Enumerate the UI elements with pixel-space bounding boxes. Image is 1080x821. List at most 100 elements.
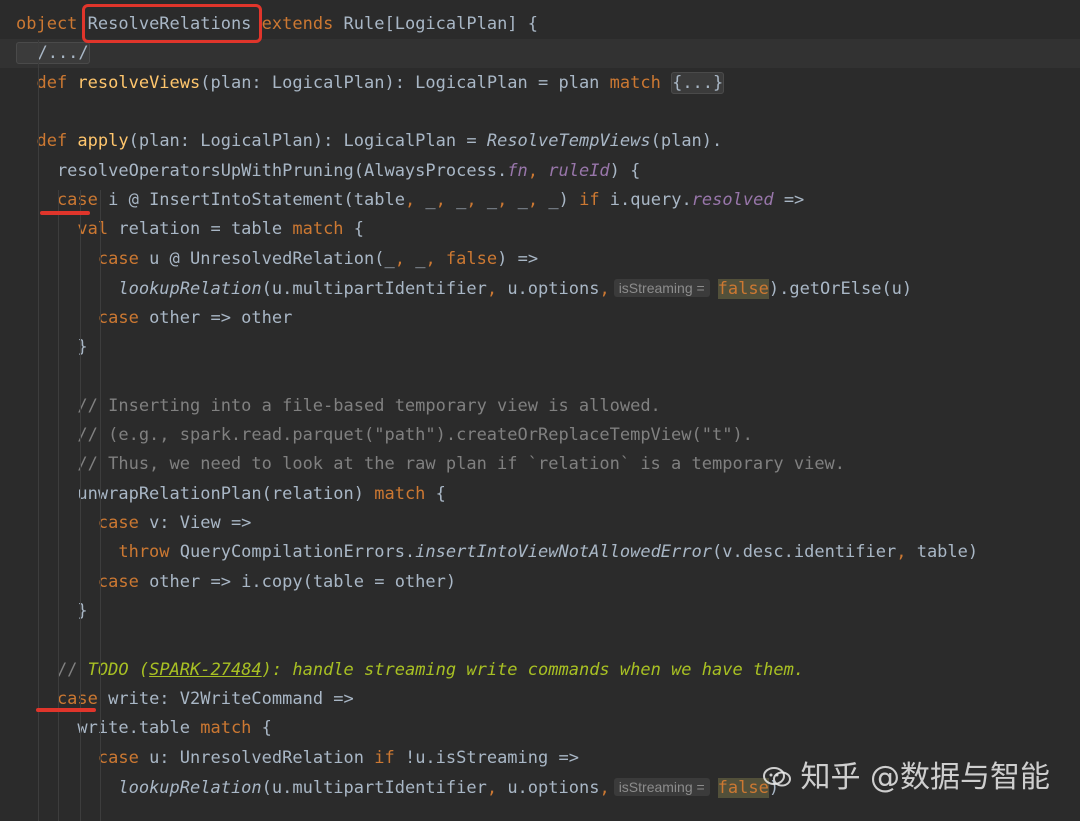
code-token: match xyxy=(609,72,672,93)
code-line[interactable]: write.table match { xyxy=(0,714,1080,743)
code-line[interactable]: // TODO (SPARK-27484): handle streaming … xyxy=(0,656,1080,685)
code-line[interactable]: /.../ xyxy=(0,39,1080,69)
code-token: , xyxy=(497,190,518,211)
code-token: (plan: LogicalPlan): LogicalPlan = xyxy=(128,131,487,152)
code-token: { xyxy=(353,219,365,240)
code-line[interactable]: def resolveViews(plan: LogicalPlan): Log… xyxy=(0,69,1080,98)
code-token: (plan: LogicalPlan): LogicalPlan = plan xyxy=(200,72,610,93)
code-line[interactable]: } xyxy=(0,597,1080,626)
code-token: def xyxy=(16,131,78,152)
code-line[interactable]: def apply(plan: LogicalPlan): LogicalPla… xyxy=(0,127,1080,156)
code-token: ) => xyxy=(497,248,539,269)
code-token: => xyxy=(773,190,805,211)
code-token: SPARK-27484 xyxy=(149,659,262,680)
indent-guide xyxy=(38,40,39,821)
code-line[interactable]: // Thus, we need to look at the raw plan… xyxy=(0,450,1080,479)
code-line[interactable]: case v: View => xyxy=(0,509,1080,538)
code-token: } xyxy=(16,601,88,621)
code-token: !u.isStreaming => xyxy=(404,747,579,768)
indent-guide xyxy=(58,190,59,821)
code-line[interactable]: case write: V2WriteCommand => xyxy=(0,685,1080,714)
code-token: resolveOperatorsUpWithPruning(AlwaysProc… xyxy=(16,160,508,181)
code-token: Rule[LogicalPlan] { xyxy=(343,14,539,34)
code-token: ruleId xyxy=(548,160,610,181)
code-line[interactable]: val relation = table match { xyxy=(0,215,1080,244)
code-line[interactable]: // Inserting into a file-based temporary… xyxy=(0,392,1080,421)
code-token: , xyxy=(404,190,426,211)
code-line[interactable]: // (e.g., spark.read.parquet("path").cre… xyxy=(0,421,1080,450)
code-token: table) xyxy=(916,542,979,563)
folded-region[interactable]: /.../ xyxy=(16,42,90,65)
indent-guide xyxy=(100,190,101,821)
code-token: , xyxy=(599,778,610,799)
code-line[interactable] xyxy=(0,362,1080,391)
code-token: (plan). xyxy=(650,131,723,152)
code-token: insertIntoViewNotAllowedError xyxy=(415,542,712,563)
code-token: other => other xyxy=(149,307,293,328)
code-token: if xyxy=(579,190,610,211)
underline-mark-case-1 xyxy=(40,211,90,215)
code-line[interactable] xyxy=(0,626,1080,655)
code-token: match xyxy=(200,718,262,739)
underline-mark-case-2 xyxy=(36,708,96,712)
folded-region[interactable]: {...} xyxy=(671,71,725,94)
code-token: write: V2WriteCommand => xyxy=(108,689,354,710)
code-token: lookupRelation xyxy=(118,778,262,799)
code-token: , xyxy=(599,279,610,300)
code-token: write.table xyxy=(16,718,201,739)
code-token: , xyxy=(486,279,508,300)
code-token: TODO ( xyxy=(87,659,150,680)
code-token: ) { xyxy=(609,160,641,181)
code-token: case xyxy=(16,190,109,211)
code-token: // Thus, we need to look at the raw plan… xyxy=(16,454,846,475)
code-token: fn xyxy=(507,160,528,181)
code-token: ).getOrElse(u) xyxy=(768,279,913,300)
code-token: _) xyxy=(548,190,580,211)
code-token: u.options xyxy=(507,778,600,799)
code-token: , xyxy=(527,160,549,181)
code-token: , xyxy=(466,190,487,211)
code-token: case xyxy=(16,571,150,592)
code-token: lookupRelation xyxy=(118,279,262,300)
code-editor[interactable]: object ResolveRelations extends Rule[Log… xyxy=(0,0,1080,821)
code-line[interactable]: unwrapRelationPlan(relation) match { xyxy=(0,480,1080,509)
indent-guide xyxy=(80,190,81,821)
code-token: val xyxy=(16,219,119,240)
watermark-text: 知乎 @数据与智能 xyxy=(800,760,1050,795)
code-token: , xyxy=(435,190,457,211)
code-token: def xyxy=(16,72,78,93)
watermark: 知乎 @数据与智能 xyxy=(762,752,1050,796)
code-token: , xyxy=(486,778,508,799)
code-token: // (e.g., spark.read.parquet("path").cre… xyxy=(16,424,753,445)
code-line[interactable] xyxy=(0,98,1080,127)
code-token: // Inserting into a file-based temporary… xyxy=(16,395,661,416)
code-token: relation = table xyxy=(118,219,293,240)
code-line[interactable]: } xyxy=(0,333,1080,362)
code-token: QueryCompilationErrors. xyxy=(179,542,416,563)
code-line[interactable]: case i @ InsertIntoStatement(table, _, _… xyxy=(0,186,1080,215)
code-line[interactable]: throw QueryCompilationErrors.insertIntoV… xyxy=(0,538,1080,567)
code-token: , xyxy=(896,542,917,563)
code-token: , xyxy=(527,190,549,211)
code-line[interactable]: case other => i.copy(table = other) xyxy=(0,568,1080,597)
code-token: resolveViews xyxy=(77,72,201,93)
code-token: _ xyxy=(517,190,528,211)
code-token: _ xyxy=(425,190,436,211)
code-token: i @ InsertIntoStatement(table xyxy=(108,190,405,211)
code-line[interactable]: lookupRelation(u.multipartIdentifier, u.… xyxy=(0,274,1080,303)
code-token: } xyxy=(16,336,88,357)
code-token: { xyxy=(435,483,446,504)
code-token: unwrapRelationPlan(relation) xyxy=(16,483,375,504)
code-token: throw xyxy=(16,542,180,563)
code-token: { xyxy=(261,718,272,739)
code-line[interactable]: case other => other xyxy=(0,304,1080,333)
code-token: resolved xyxy=(691,190,774,211)
chat-bubble-icon xyxy=(762,762,792,787)
code-token: _ xyxy=(456,190,467,211)
code-line[interactable]: resolveOperatorsUpWithPruning(AlwaysProc… xyxy=(0,157,1080,186)
code-token: v: View => xyxy=(149,512,252,533)
code-line[interactable]: case u @ UnresolvedRelation(_, _, false)… xyxy=(0,245,1080,274)
code-token: , xyxy=(394,248,416,269)
code-token: u.options xyxy=(507,279,600,300)
